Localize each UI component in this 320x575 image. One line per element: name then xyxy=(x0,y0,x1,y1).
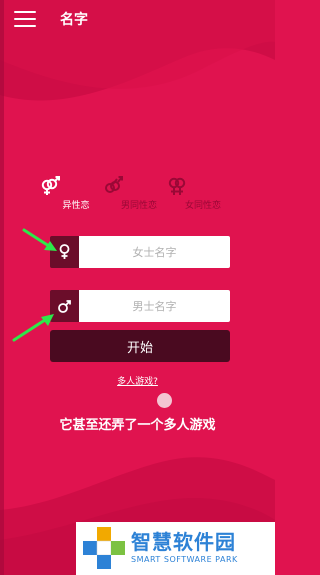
male-name-input[interactable] xyxy=(79,290,230,322)
app-header: 名字 xyxy=(0,0,275,40)
female-name-input[interactable] xyxy=(79,236,230,268)
multiplayer-link[interactable]: 多人游戏? xyxy=(0,374,275,387)
smart-software-park-logo xyxy=(83,527,125,569)
tab-lesbian[interactable]: 女同性恋 xyxy=(166,175,240,211)
watermark-english: SMART SOFTWARE PARK xyxy=(131,555,238,564)
background-waves xyxy=(0,0,275,575)
page-title: 名字 xyxy=(60,12,88,28)
hetero-icon xyxy=(41,176,60,195)
tab-gay[interactable]: 男同性恋 xyxy=(102,175,176,211)
toggle-knob[interactable] xyxy=(157,393,172,408)
tab-label: 女同性恋 xyxy=(184,201,221,211)
female-name-field xyxy=(50,236,230,268)
annotation-arrow-icon xyxy=(22,228,57,251)
watermark-chinese: 智慧软件园 xyxy=(131,530,236,554)
gay-icon xyxy=(105,176,123,193)
hamburger-menu-icon[interactable] xyxy=(14,11,36,27)
orientation-tabs: 异性恋 男同性恋 女同性恋 xyxy=(0,175,275,215)
tab-label: 男同性恋 xyxy=(120,201,157,211)
watermark: 智慧软件园 SMART SOFTWARE PARK xyxy=(76,522,275,575)
male-name-field xyxy=(50,290,230,322)
lesbian-icon xyxy=(168,177,186,195)
multiplayer-headline: 它甚至还弄了一个多人游戏 xyxy=(59,418,216,433)
start-button[interactable]: 开始 xyxy=(50,330,230,362)
